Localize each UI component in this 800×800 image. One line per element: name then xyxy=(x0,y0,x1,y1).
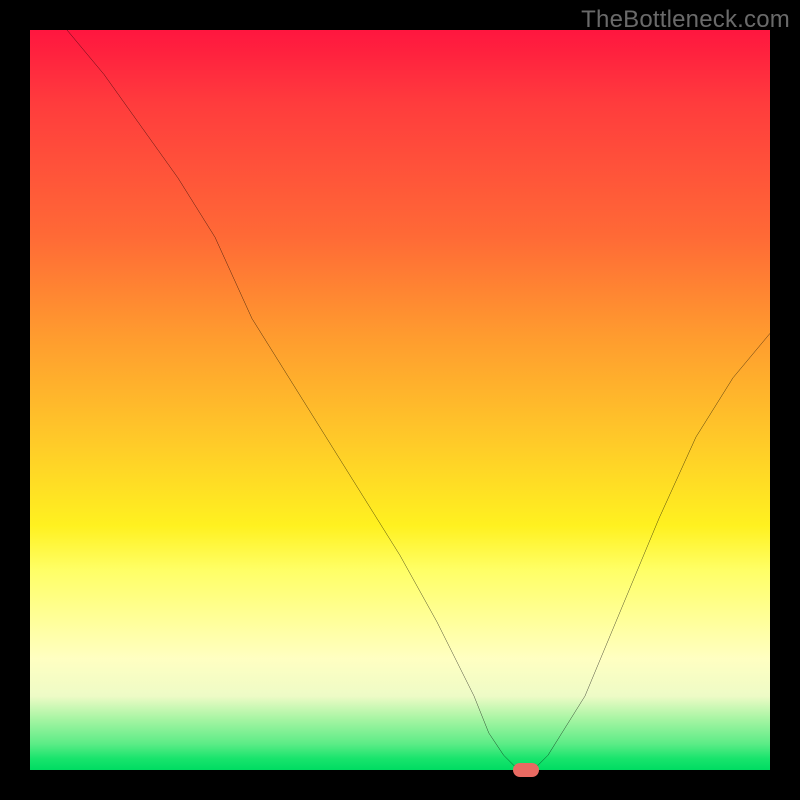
plot-area xyxy=(30,30,770,770)
optimal-point-marker xyxy=(513,763,539,777)
watermark-text: TheBottleneck.com xyxy=(581,6,790,34)
bottleneck-curve xyxy=(30,30,770,770)
chart-container: TheBottleneck.com xyxy=(0,0,800,800)
